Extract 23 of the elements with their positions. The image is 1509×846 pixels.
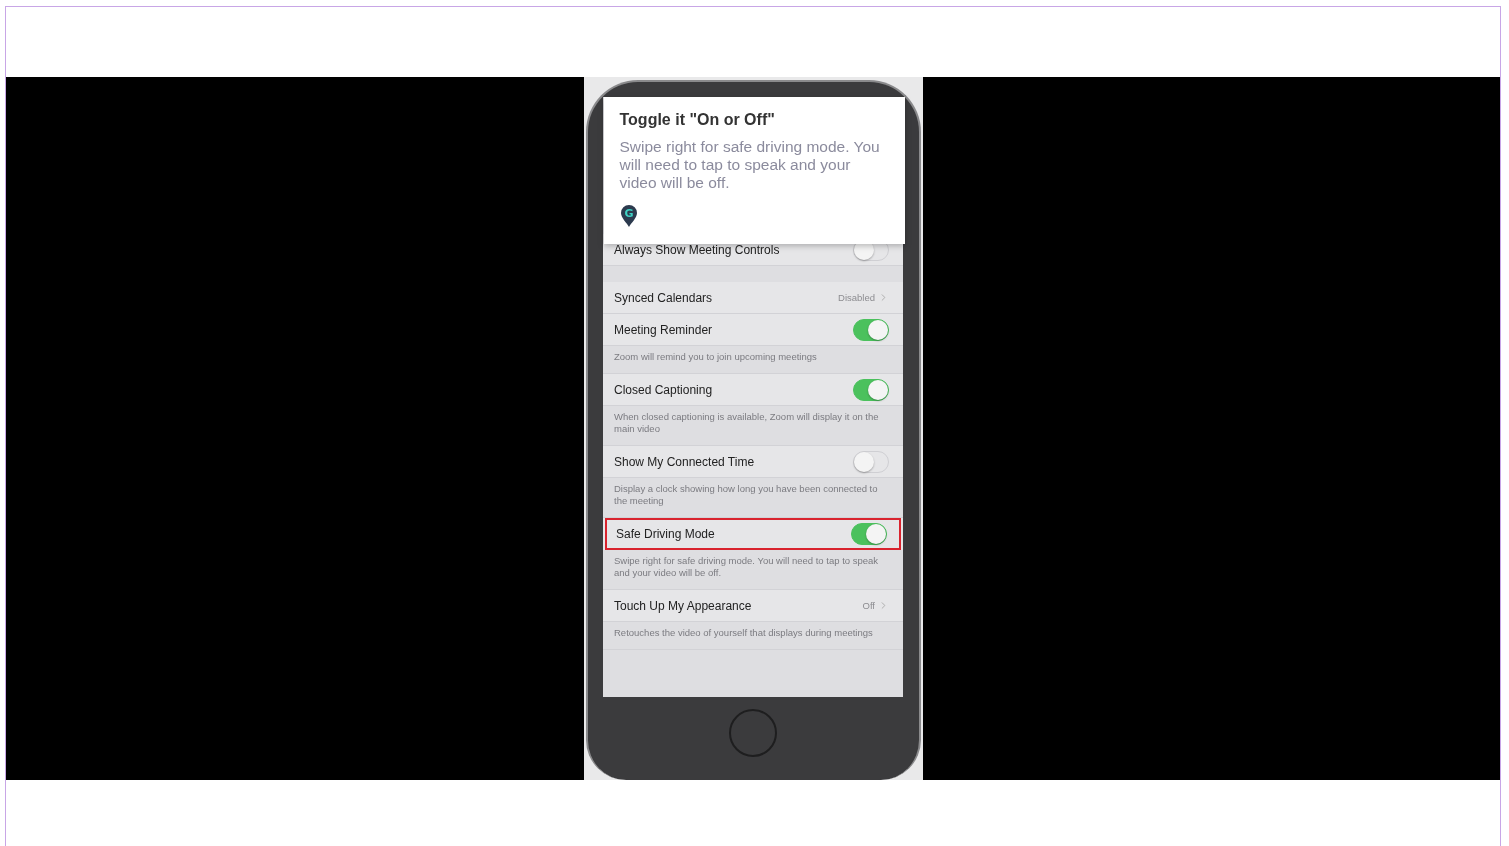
setting-label: Safe Driving Mode <box>616 526 715 541</box>
setting-description: Display a clock showing how long you have been connected to the meeting <box>603 478 903 518</box>
setting-description: When closed captioning is available, Zoom will display it on the main video <box>603 406 903 446</box>
highlighted-setting-row[interactable]: Safe Driving Mode <box>605 518 901 550</box>
setting-label: Synced Calendars <box>614 290 713 305</box>
setting-description: Zoom will remind you to join upcoming meetings <box>603 346 903 374</box>
setting-label: Show My Connected Time <box>614 454 755 469</box>
toggle-switch[interactable] <box>853 450 889 473</box>
map-pin-logo-icon: G <box>619 204 638 228</box>
setting-description: Swipe right for safe driving mode. You will need to tap to speak and your video will be off. <box>603 550 903 590</box>
toggle-switch[interactable] <box>853 378 889 401</box>
toggle-switch[interactable] <box>853 318 889 341</box>
setting-label: Always Show Meeting Controls <box>614 242 780 257</box>
setting-description: Retouches the video of yourself that displays during meetings <box>603 622 903 650</box>
tooltip-title: Toggle it "On or Off" <box>619 111 776 129</box>
toggle-switch[interactable] <box>851 522 887 545</box>
setting-value: Off <box>862 600 875 611</box>
home-button[interactable] <box>729 709 777 757</box>
setting-value: Disabled <box>838 292 875 303</box>
tooltip-body: Swipe right for safe driving mode. You will need to tap to speak and your video will be off. <box>619 138 881 192</box>
setting-label: Meeting Reminder <box>614 322 713 337</box>
setting-label: Touch Up My Appearance <box>614 598 752 613</box>
setting-label: Closed Captioning <box>614 382 713 397</box>
